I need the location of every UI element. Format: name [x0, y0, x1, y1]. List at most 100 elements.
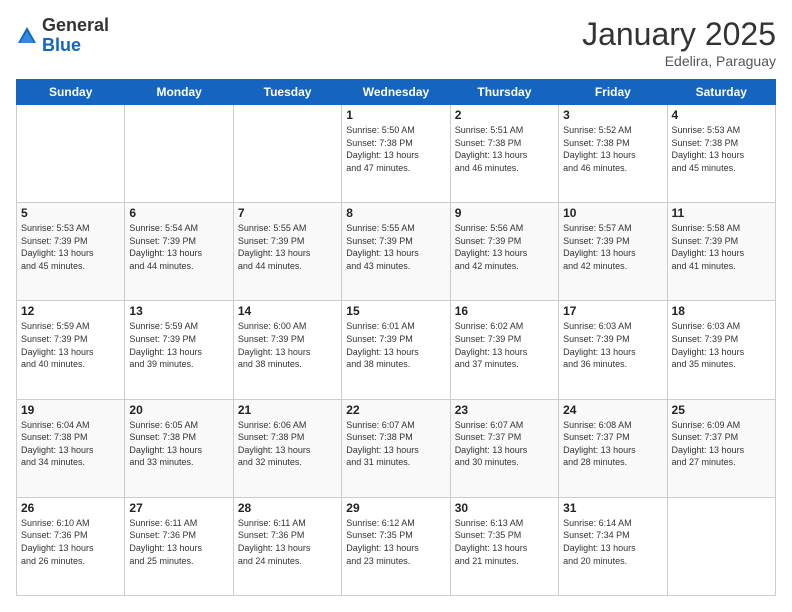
- calendar-cell: 31 Sunrise: 6:14 AM Sunset: 7:34 PM Dayli…: [559, 497, 667, 595]
- calendar-cell: 24 Sunrise: 6:08 AM Sunset: 7:37 PM Dayli…: [559, 399, 667, 497]
- cell-info: Sunrise: 6:14 AM Sunset: 7:34 PM Dayligh…: [563, 517, 662, 567]
- cell-info: Sunrise: 5:51 AM Sunset: 7:38 PM Dayligh…: [455, 124, 554, 174]
- title-block: January 2025 Edelira, Paraguay: [582, 16, 776, 69]
- page: General Blue January 2025 Edelira, Parag…: [0, 0, 792, 612]
- day-number: 17: [563, 304, 662, 318]
- calendar-cell: 12 Sunrise: 5:59 AM Sunset: 7:39 PM Dayli…: [17, 301, 125, 399]
- day-header-saturday: Saturday: [667, 80, 775, 105]
- day-number: 16: [455, 304, 554, 318]
- day-number: 5: [21, 206, 120, 220]
- day-number: 12: [21, 304, 120, 318]
- calendar-cell: 8Sunrise: 5:55 AM Sunset: 7:39 PM Daylig…: [342, 203, 450, 301]
- calendar-cell: 7 Sunrise: 5:55 AM Sunset: 7:39 PM Daylig…: [233, 203, 341, 301]
- calendar-cell: 25 Sunrise: 6:09 AM Sunset: 7:37 PM Dayli…: [667, 399, 775, 497]
- day-header-row: SundayMondayTuesdayWednesdayThursdayFrid…: [17, 80, 776, 105]
- day-number: 11: [672, 206, 771, 220]
- calendar-cell: 14 Sunrise: 6:00 AM Sunset: 7:39 PM Dayli…: [233, 301, 341, 399]
- cell-info: Sunrise: 6:07 AM Sunset: 7:38 PM Dayligh…: [346, 419, 445, 469]
- logo-text: General Blue: [42, 16, 109, 56]
- calendar-cell: [667, 497, 775, 595]
- calendar-cell: 21Sunrise: 6:06 AM Sunset: 7:38 PM Dayli…: [233, 399, 341, 497]
- cell-info: Sunrise: 6:08 AM Sunset: 7:37 PM Dayligh…: [563, 419, 662, 469]
- day-header-sunday: Sunday: [17, 80, 125, 105]
- day-header-tuesday: Tuesday: [233, 80, 341, 105]
- calendar-cell: 11 Sunrise: 5:58 AM Sunset: 7:39 PM Dayli…: [667, 203, 775, 301]
- cell-info: Sunrise: 6:11 AM Sunset: 7:36 PM Dayligh…: [129, 517, 228, 567]
- calendar-cell: 23 Sunrise: 6:07 AM Sunset: 7:37 PM Dayli…: [450, 399, 558, 497]
- day-number: 24: [563, 403, 662, 417]
- day-number: 28: [238, 501, 337, 515]
- day-header-friday: Friday: [559, 80, 667, 105]
- day-number: 30: [455, 501, 554, 515]
- calendar-cell: 1Sunrise: 5:50 AM Sunset: 7:38 PM Daylig…: [342, 105, 450, 203]
- day-header-monday: Monday: [125, 80, 233, 105]
- cell-info: Sunrise: 6:03 AM Sunset: 7:39 PM Dayligh…: [563, 320, 662, 370]
- calendar-cell: 6 Sunrise: 5:54 AM Sunset: 7:39 PM Daylig…: [125, 203, 233, 301]
- day-number: 23: [455, 403, 554, 417]
- week-row-3: 19 Sunrise: 6:04 AM Sunset: 7:38 PM Dayli…: [17, 399, 776, 497]
- calendar-cell: 15Sunrise: 6:01 AM Sunset: 7:39 PM Dayli…: [342, 301, 450, 399]
- day-number: 7: [238, 206, 337, 220]
- calendar-cell: 16Sunrise: 6:02 AM Sunset: 7:39 PM Dayli…: [450, 301, 558, 399]
- day-number: 10: [563, 206, 662, 220]
- calendar-table: SundayMondayTuesdayWednesdayThursdayFrid…: [16, 79, 776, 596]
- calendar-cell: 29 Sunrise: 6:12 AM Sunset: 7:35 PM Dayli…: [342, 497, 450, 595]
- cell-info: Sunrise: 5:55 AM Sunset: 7:39 PM Dayligh…: [346, 222, 445, 272]
- calendar-cell: 13Sunrise: 5:59 AM Sunset: 7:39 PM Dayli…: [125, 301, 233, 399]
- cell-info: Sunrise: 6:11 AM Sunset: 7:36 PM Dayligh…: [238, 517, 337, 567]
- calendar-cell: 3 Sunrise: 5:52 AM Sunset: 7:38 PM Daylig…: [559, 105, 667, 203]
- day-number: 20: [129, 403, 228, 417]
- calendar-cell: 26Sunrise: 6:10 AM Sunset: 7:36 PM Dayli…: [17, 497, 125, 595]
- logo-icon: [16, 25, 38, 47]
- cell-info: Sunrise: 5:59 AM Sunset: 7:39 PM Dayligh…: [21, 320, 120, 370]
- cell-info: Sunrise: 5:54 AM Sunset: 7:39 PM Dayligh…: [129, 222, 228, 272]
- logo-blue: Blue: [42, 35, 81, 55]
- calendar-cell: 19 Sunrise: 6:04 AM Sunset: 7:38 PM Dayli…: [17, 399, 125, 497]
- calendar-cell: 10 Sunrise: 5:57 AM Sunset: 7:39 PM Dayli…: [559, 203, 667, 301]
- day-number: 1: [346, 108, 445, 122]
- day-number: 3: [563, 108, 662, 122]
- logo-general: General: [42, 15, 109, 35]
- calendar-cell: 22Sunrise: 6:07 AM Sunset: 7:38 PM Dayli…: [342, 399, 450, 497]
- calendar-cell: 30 Sunrise: 6:13 AM Sunset: 7:35 PM Dayli…: [450, 497, 558, 595]
- cell-info: Sunrise: 6:03 AM Sunset: 7:39 PM Dayligh…: [672, 320, 771, 370]
- calendar-cell: [233, 105, 341, 203]
- cell-info: Sunrise: 6:09 AM Sunset: 7:37 PM Dayligh…: [672, 419, 771, 469]
- week-row-4: 26Sunrise: 6:10 AM Sunset: 7:36 PM Dayli…: [17, 497, 776, 595]
- day-number: 2: [455, 108, 554, 122]
- cell-info: Sunrise: 6:05 AM Sunset: 7:38 PM Dayligh…: [129, 419, 228, 469]
- day-number: 26: [21, 501, 120, 515]
- cell-info: Sunrise: 6:12 AM Sunset: 7:35 PM Dayligh…: [346, 517, 445, 567]
- day-number: 4: [672, 108, 771, 122]
- day-number: 13: [129, 304, 228, 318]
- day-number: 27: [129, 501, 228, 515]
- calendar-cell: 9Sunrise: 5:56 AM Sunset: 7:39 PM Daylig…: [450, 203, 558, 301]
- cell-info: Sunrise: 6:00 AM Sunset: 7:39 PM Dayligh…: [238, 320, 337, 370]
- cell-info: Sunrise: 6:01 AM Sunset: 7:39 PM Dayligh…: [346, 320, 445, 370]
- day-number: 31: [563, 501, 662, 515]
- day-header-thursday: Thursday: [450, 80, 558, 105]
- cell-info: Sunrise: 6:04 AM Sunset: 7:38 PM Dayligh…: [21, 419, 120, 469]
- location-subtitle: Edelira, Paraguay: [582, 53, 776, 69]
- cell-info: Sunrise: 6:13 AM Sunset: 7:35 PM Dayligh…: [455, 517, 554, 567]
- cell-info: Sunrise: 6:07 AM Sunset: 7:37 PM Dayligh…: [455, 419, 554, 469]
- day-number: 29: [346, 501, 445, 515]
- cell-info: Sunrise: 5:53 AM Sunset: 7:38 PM Dayligh…: [672, 124, 771, 174]
- calendar-cell: 4 Sunrise: 5:53 AM Sunset: 7:38 PM Daylig…: [667, 105, 775, 203]
- day-number: 19: [21, 403, 120, 417]
- calendar-cell: [17, 105, 125, 203]
- logo: General Blue: [16, 16, 109, 56]
- day-number: 14: [238, 304, 337, 318]
- calendar-cell: 27 Sunrise: 6:11 AM Sunset: 7:36 PM Dayli…: [125, 497, 233, 595]
- calendar-cell: [125, 105, 233, 203]
- cell-info: Sunrise: 5:55 AM Sunset: 7:39 PM Dayligh…: [238, 222, 337, 272]
- day-number: 6: [129, 206, 228, 220]
- calendar-cell: 2 Sunrise: 5:51 AM Sunset: 7:38 PM Daylig…: [450, 105, 558, 203]
- cell-info: Sunrise: 5:57 AM Sunset: 7:39 PM Dayligh…: [563, 222, 662, 272]
- cell-info: Sunrise: 5:52 AM Sunset: 7:38 PM Dayligh…: [563, 124, 662, 174]
- calendar-cell: 20 Sunrise: 6:05 AM Sunset: 7:38 PM Dayli…: [125, 399, 233, 497]
- day-number: 25: [672, 403, 771, 417]
- header: General Blue January 2025 Edelira, Parag…: [16, 16, 776, 69]
- day-header-wednesday: Wednesday: [342, 80, 450, 105]
- cell-info: Sunrise: 5:58 AM Sunset: 7:39 PM Dayligh…: [672, 222, 771, 272]
